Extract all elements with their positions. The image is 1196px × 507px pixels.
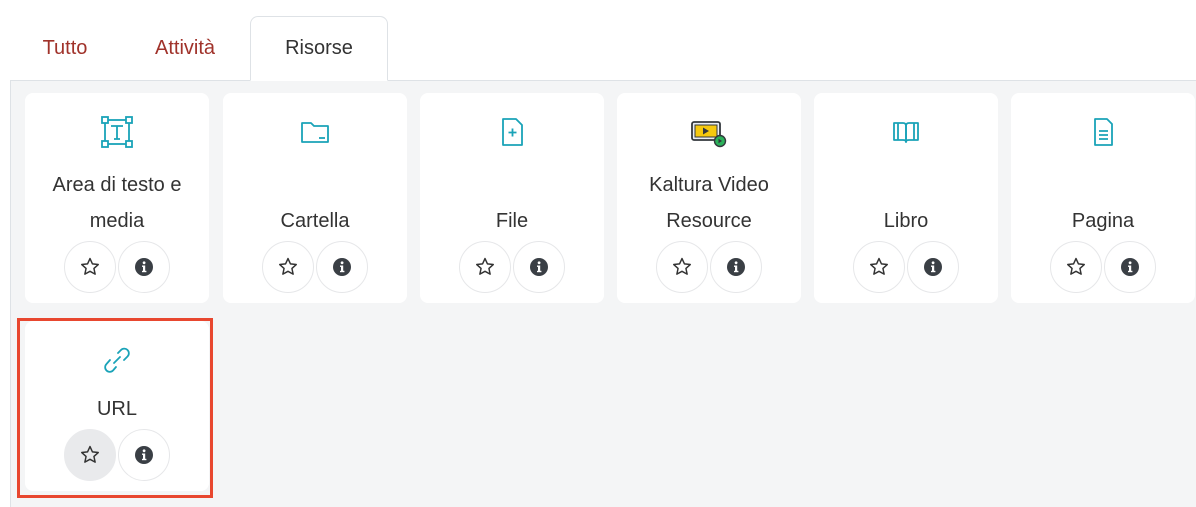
star-button[interactable] bbox=[64, 241, 116, 293]
video-resource-icon bbox=[617, 115, 801, 149]
info-button[interactable] bbox=[710, 241, 762, 293]
page-icon bbox=[1011, 115, 1195, 149]
star-button[interactable] bbox=[64, 429, 116, 481]
card-label: File bbox=[495, 210, 529, 232]
star-icon bbox=[1067, 257, 1085, 275]
info-button[interactable] bbox=[118, 429, 170, 481]
link-icon bbox=[25, 343, 209, 377]
book-icon bbox=[814, 115, 998, 149]
card-pagina[interactable]: Pagina bbox=[1011, 93, 1195, 303]
file-icon bbox=[420, 115, 604, 149]
card-label: URL bbox=[96, 398, 137, 420]
card-label: Cartella bbox=[280, 210, 350, 232]
card-url[interactable]: URL bbox=[25, 321, 209, 491]
star-icon bbox=[81, 257, 99, 275]
tab-attivita[interactable]: Attività bbox=[122, 16, 248, 80]
card-label: Area di testo e media bbox=[52, 174, 182, 232]
info-icon bbox=[1121, 258, 1139, 276]
star-button[interactable] bbox=[1050, 241, 1102, 293]
tab-risorse[interactable]: Risorse bbox=[250, 16, 388, 81]
tab-tutto[interactable]: Tutto bbox=[10, 16, 120, 80]
info-button[interactable] bbox=[1104, 241, 1156, 293]
module-type-tabs: Tutto Attività Risorse bbox=[10, 0, 1196, 81]
card-label: Kaltura Video Resource bbox=[649, 174, 769, 232]
star-button[interactable] bbox=[262, 241, 314, 293]
card-kaltura-video-resource[interactable]: Kaltura Video Resource bbox=[617, 93, 801, 303]
star-icon bbox=[81, 445, 99, 463]
info-icon bbox=[135, 258, 153, 276]
card-label: Pagina bbox=[1071, 210, 1135, 232]
star-icon bbox=[476, 257, 494, 275]
star-button[interactable] bbox=[656, 241, 708, 293]
card-label: Libro bbox=[883, 210, 929, 232]
card-file[interactable]: File bbox=[420, 93, 604, 303]
star-button[interactable] bbox=[853, 241, 905, 293]
info-icon bbox=[727, 258, 745, 276]
star-button[interactable] bbox=[459, 241, 511, 293]
info-icon bbox=[530, 258, 548, 276]
resources-panel: Area di testo e media Cartella File Kalt… bbox=[10, 81, 1196, 507]
info-button[interactable] bbox=[118, 241, 170, 293]
info-icon bbox=[924, 258, 942, 276]
card-cartella[interactable]: Cartella bbox=[223, 93, 407, 303]
info-icon bbox=[333, 258, 351, 276]
info-icon bbox=[135, 446, 153, 464]
text-area-icon bbox=[25, 115, 209, 149]
folder-icon bbox=[223, 115, 407, 149]
card-area-di-testo-e-media[interactable]: Area di testo e media bbox=[25, 93, 209, 303]
info-button[interactable] bbox=[316, 241, 368, 293]
info-button[interactable] bbox=[907, 241, 959, 293]
star-icon bbox=[279, 257, 297, 275]
info-button[interactable] bbox=[513, 241, 565, 293]
card-libro[interactable]: Libro bbox=[814, 93, 998, 303]
star-icon bbox=[673, 257, 691, 275]
star-icon bbox=[870, 257, 888, 275]
